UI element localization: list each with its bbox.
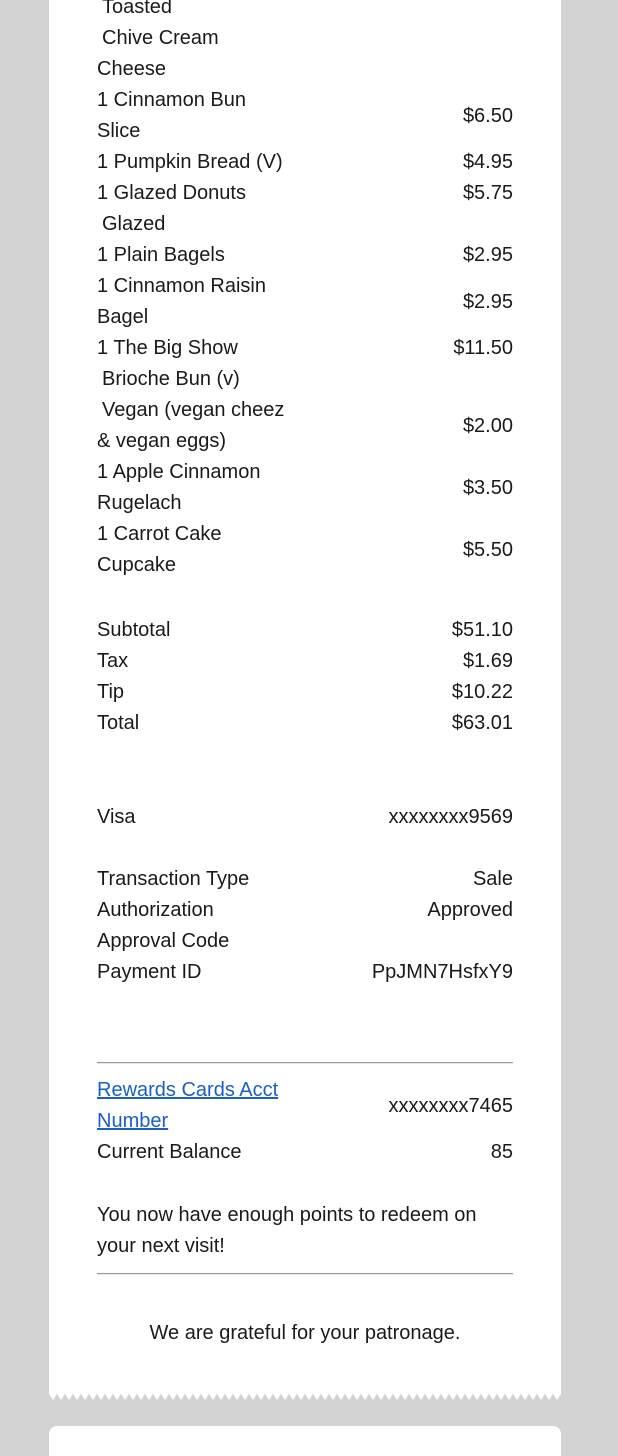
item-modifier-line: Toasted	[102, 0, 173, 18]
divider	[97, 1062, 513, 1063]
subtotal-row: Subtotal $51.10	[97, 615, 513, 646]
item-modifier-line: Brioche Bun (v)	[102, 368, 240, 390]
line-item: 1 Cinnamon Bun Slice $6.50	[97, 85, 513, 147]
item-modifier-line: Cheese	[97, 58, 166, 80]
payment-id-label: Payment ID	[97, 961, 202, 983]
rewards-message: You now have enough points to redeem on …	[97, 1204, 477, 1257]
card-row: Visa xxxxxxxx9569	[97, 802, 513, 833]
line-item: 1 Pumpkin Bread (V) $4.95	[97, 147, 513, 178]
item-name: 1 Cinnamon Bun	[97, 89, 246, 111]
item-name-cont: Rugelach	[97, 492, 182, 514]
tip-row: Tip $10.22	[97, 677, 513, 708]
item-name: 1 Glazed Donuts	[97, 182, 246, 204]
item-price: $11.50	[453, 337, 513, 359]
item-price: $2.95	[462, 244, 513, 266]
tip-value: $10.22	[451, 681, 513, 703]
card-number: xxxxxxxx9569	[388, 806, 514, 828]
transaction-type-label: Transaction Type	[97, 868, 250, 890]
item-name-cont: Bagel	[97, 306, 149, 328]
item-price: $5.50	[462, 538, 513, 561]
item-name-cont: Slice	[97, 120, 141, 142]
divider	[97, 1273, 513, 1274]
thank-you-message: We are grateful for your patronage.	[149, 1322, 461, 1344]
tax-label: Tax	[97, 650, 129, 672]
line-item: 1 Plain Bagels $2.95	[97, 240, 513, 271]
rewards-acct-row: Rewards Cards Acct Number xxxxxxxx7465	[97, 1075, 513, 1137]
item-name: 1 Carrot Cake	[97, 523, 222, 545]
item-price: $6.50	[462, 104, 513, 127]
modifier-item: Vegan (vegan cheez & vegan eggs) $2.00	[97, 395, 513, 457]
balance-label: Current Balance	[97, 1141, 242, 1163]
balance-row: Current Balance 85	[97, 1137, 513, 1168]
tax-row: Tax $1.69	[97, 646, 513, 677]
line-item: 1 The Big Show $11.50	[97, 333, 513, 364]
subtotal-value: $51.10	[451, 619, 513, 641]
item-price: $3.50	[462, 476, 513, 499]
payment-id-row: Payment ID PpJMN7HsfxY9	[97, 957, 513, 988]
rewards-acct-link-line2[interactable]: Number	[97, 1110, 168, 1132]
receipt-torn-edge	[49, 1388, 561, 1400]
line-item: 1 Apple Cinnamon Rugelach $3.50	[97, 457, 513, 519]
item-modifier-line: Vegan (vegan cheez	[102, 399, 285, 421]
authorization-row: Authorization Approved	[97, 895, 513, 926]
item-price: $2.95	[462, 290, 513, 313]
item-price: $4.95	[462, 151, 513, 173]
line-item: 1 Carrot Cake Cupcake $5.50	[97, 519, 513, 581]
item-name: 1 Plain Bagels	[97, 244, 225, 266]
transaction-type-value: Sale	[472, 868, 513, 890]
transaction-type-row: Transaction Type Sale	[97, 864, 513, 895]
item-price: $5.75	[462, 182, 513, 204]
item-name: 1 Apple Cinnamon	[97, 461, 261, 483]
line-item: 1 Glazed Donuts $5.75	[97, 178, 513, 209]
order-items: Toasted Chive Cream Cheese 1 Cinnamon Bu…	[97, 0, 513, 581]
card-section: Visa xxxxxxxx9569	[97, 802, 513, 833]
total-row: Total $63.01	[97, 708, 513, 739]
item-modifier-line: Glazed	[102, 213, 166, 235]
rewards-section: Rewards Cards Acct Number xxxxxxxx7465 C…	[97, 1075, 513, 1168]
next-card	[49, 1426, 561, 1456]
approval-code-row: Approval Code	[97, 926, 513, 957]
total-label: Total	[97, 712, 140, 734]
card-brand: Visa	[97, 806, 136, 828]
payment-id-value: PpJMN7HsfxY9	[371, 961, 513, 983]
tax-value: $1.69	[462, 650, 513, 672]
item-modifier-line: Chive Cream	[102, 27, 219, 49]
item-name: 1 Cinnamon Raisin	[97, 275, 266, 297]
modifier-price: $2.00	[462, 414, 513, 437]
authorization-value: Approved	[427, 899, 513, 921]
tip-label: Tip	[97, 681, 125, 703]
receipt-card: Toasted Chive Cream Cheese 1 Cinnamon Bu…	[49, 0, 561, 1390]
item-name-cont: Cupcake	[97, 554, 176, 576]
approval-code-label: Approval Code	[97, 930, 230, 952]
item-name: 1 The Big Show	[97, 337, 238, 359]
item-name: 1 Pumpkin Bread (V)	[97, 151, 283, 173]
rewards-acct-link-line1[interactable]: Rewards Cards Acct	[97, 1079, 278, 1101]
totals-section: Subtotal $51.10 Tax $1.69 Tip $10.22 Tot…	[97, 615, 513, 739]
rewards-acct-number: xxxxxxxx7465	[388, 1094, 514, 1117]
authorization-label: Authorization	[97, 899, 214, 921]
item-modifier-line: & vegan eggs)	[97, 430, 226, 452]
rewards-acct-link[interactable]: Rewards Cards Acct Number	[97, 1079, 278, 1132]
balance-value: 85	[490, 1141, 513, 1163]
total-value: $63.01	[451, 712, 513, 734]
line-item: 1 Cinnamon Raisin Bagel $2.95	[97, 271, 513, 333]
subtotal-label: Subtotal	[97, 619, 171, 641]
transaction-section: Transaction Type Sale Authorization Appr…	[97, 864, 513, 988]
